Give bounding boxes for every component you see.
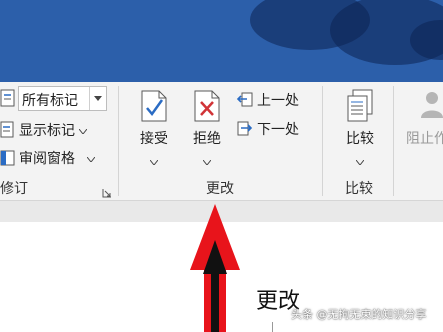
previous-change-icon xyxy=(236,91,254,109)
compare-documents-icon xyxy=(345,88,375,128)
changes-group-label: 更改 xyxy=(206,181,234,197)
annotation-arrow-icon xyxy=(190,204,240,332)
chevron-down-icon xyxy=(78,122,88,138)
compare-group-label: 比较 xyxy=(345,181,373,197)
next-change-button[interactable]: 下一处 xyxy=(236,119,299,139)
show-markup-icon xyxy=(0,121,16,139)
reject-x-icon xyxy=(192,88,222,128)
previous-change-button[interactable]: 上一处 xyxy=(236,90,299,110)
block-authors-icon xyxy=(416,88,443,128)
markup-display-value: 所有标记 xyxy=(22,93,78,109)
dialog-launcher-icon[interactable] xyxy=(102,183,112,202)
reviewing-pane-button[interactable]: 审阅窗格 xyxy=(0,148,96,168)
compare-button[interactable]: 比较 xyxy=(340,88,380,169)
block-authors-label: 阻止作 xyxy=(406,131,443,147)
accept-check-icon xyxy=(139,88,169,128)
group-divider xyxy=(393,86,394,196)
reviewing-pane-label: 审阅窗格 xyxy=(19,151,75,167)
show-markup-button[interactable]: 显示标记 xyxy=(0,120,88,140)
accept-label: 接受 xyxy=(140,131,168,147)
block-authors-button[interactable]: 阻止作 xyxy=(406,88,443,148)
title-bar xyxy=(0,0,443,82)
chevron-down-icon xyxy=(86,150,96,166)
group-divider xyxy=(322,86,323,196)
show-markup-label: 显示标记 xyxy=(19,123,75,139)
watermark: 头条 @无拘无束的知识分享 xyxy=(291,308,427,321)
chevron-down-icon xyxy=(134,150,174,169)
chevron-down-icon xyxy=(187,150,227,169)
next-change-label: 下一处 xyxy=(257,122,299,138)
chevron-down-icon xyxy=(340,150,380,169)
group-divider xyxy=(118,86,119,196)
markup-display-select[interactable]: 所有标记 xyxy=(18,86,107,111)
accept-button[interactable]: 接受 xyxy=(134,88,174,169)
compare-label: 比较 xyxy=(346,131,374,147)
reviewing-pane-icon xyxy=(0,149,16,167)
previous-change-label: 上一处 xyxy=(257,93,299,109)
reject-button[interactable]: 拒绝 xyxy=(187,88,227,169)
chevron-down-icon[interactable] xyxy=(89,87,106,110)
next-change-icon xyxy=(236,120,254,138)
text-cursor xyxy=(272,322,273,332)
reject-label: 拒绝 xyxy=(193,131,221,147)
tracking-group-label: 修订 xyxy=(0,181,28,197)
markup-options-icon[interactable] xyxy=(0,88,16,108)
